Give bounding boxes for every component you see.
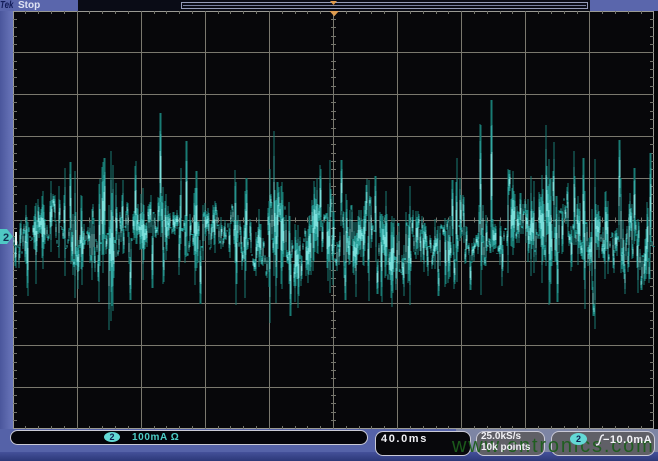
svg-text:2: 2 [3,232,9,244]
